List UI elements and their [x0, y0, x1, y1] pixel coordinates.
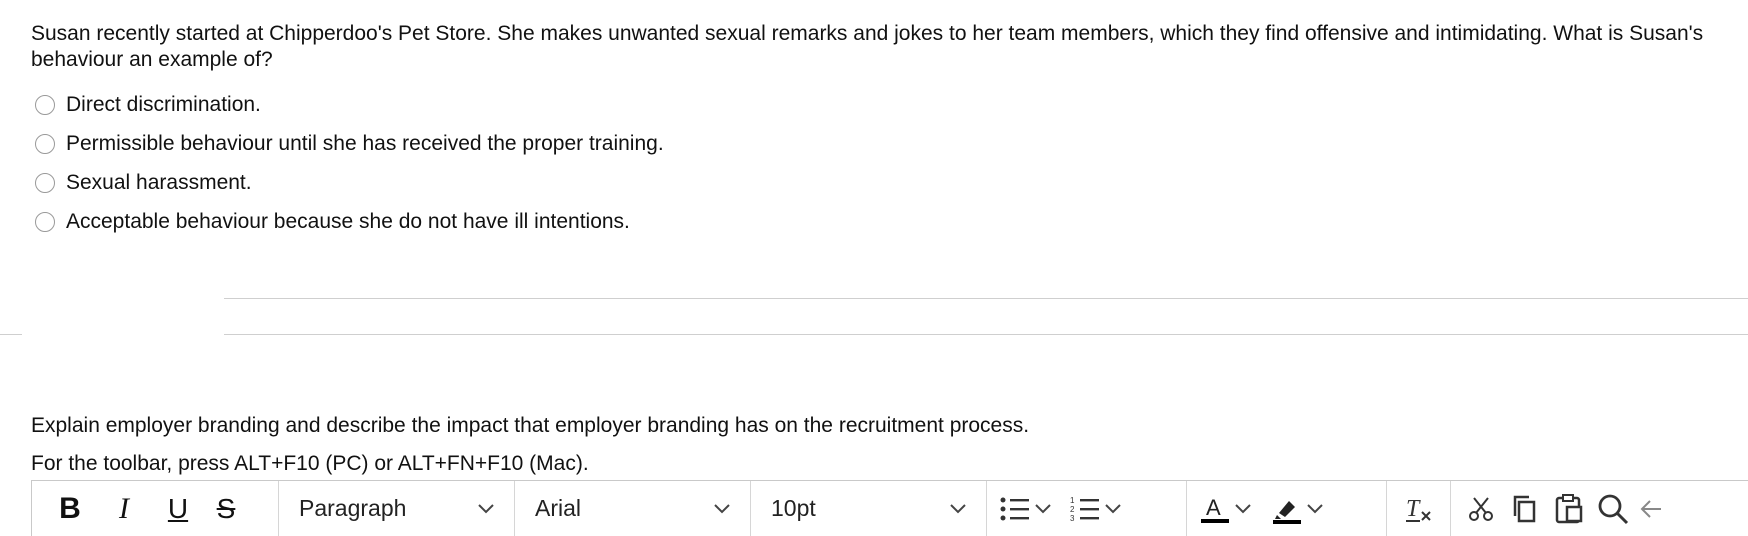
list-group: 1 2 3	[987, 481, 1187, 536]
numbered-list-button[interactable]: 1 2 3	[1065, 489, 1105, 529]
question-1-text: Susan recently started at Chipperdoo's P…	[31, 22, 1704, 71]
svg-text:2: 2	[1070, 505, 1075, 514]
font-family-value: Arial	[535, 495, 582, 521]
svg-text:A: A	[1206, 495, 1221, 520]
option-label: Acceptable behaviour because she do not …	[66, 209, 630, 233]
option-label: Sexual harassment.	[66, 170, 252, 194]
toolbar-hint: For the toolbar, press ALT+F10 (PC) or A…	[31, 452, 589, 475]
option-3[interactable]: Sexual harassment.	[35, 163, 664, 202]
copy-button[interactable]	[1505, 489, 1545, 529]
divider	[224, 298, 1748, 299]
option-label: Permissible behaviour until she has rece…	[66, 131, 664, 155]
block-format-value: Paragraph	[299, 495, 407, 521]
clear-format-group: T	[1387, 481, 1451, 536]
paste-icon	[1555, 493, 1583, 523]
svg-text:1: 1	[1070, 496, 1075, 505]
highlight-button[interactable]	[1267, 489, 1307, 529]
strikethrough-icon: S	[216, 492, 236, 524]
highlight-icon	[1273, 500, 1301, 524]
find-button[interactable]	[1593, 489, 1633, 529]
option-1[interactable]: Direct discrimination.	[35, 85, 664, 124]
chevron-down-icon	[478, 503, 494, 513]
bullet-list-button[interactable]	[995, 489, 1035, 529]
divider	[0, 334, 22, 335]
block-format-dropdown[interactable]: Paragraph	[279, 481, 515, 536]
chevron-down-icon[interactable]	[1035, 503, 1051, 514]
underline-icon: U	[167, 492, 189, 524]
answer-options: Direct discrimination. Permissible behav…	[35, 85, 664, 241]
font-size-dropdown[interactable]: 10pt	[751, 481, 987, 536]
more-button[interactable]	[1639, 489, 1663, 529]
text-color-icon: A	[1201, 495, 1229, 523]
radio-button[interactable]	[35, 172, 55, 193]
option-2[interactable]: Permissible behaviour until she has rece…	[35, 124, 664, 163]
editor-toolbar: B I U S Paragraph Arial 10pt 1 2 3 A T	[31, 480, 1748, 536]
font-family-dropdown[interactable]: Arial	[515, 481, 751, 536]
radio-button[interactable]	[35, 133, 55, 154]
italic-button[interactable]: I	[104, 489, 144, 529]
chevron-down-icon	[950, 503, 966, 513]
color-group: A	[1187, 481, 1387, 536]
clear-formatting-button[interactable]: T	[1399, 489, 1439, 529]
format-group: B I U S	[32, 481, 279, 536]
question-2-text: Explain employer branding and describe t…	[31, 414, 1030, 437]
font-size-value: 10pt	[771, 495, 816, 521]
radio-button[interactable]	[35, 94, 55, 115]
clear-formatting-icon: T	[1405, 496, 1431, 522]
chevron-down-icon[interactable]	[1235, 503, 1251, 514]
bold-button[interactable]: B	[50, 489, 90, 529]
italic-icon: I	[119, 491, 129, 525]
svg-text:T: T	[1406, 496, 1421, 522]
underline-button[interactable]: U	[158, 489, 198, 529]
copy-icon	[1513, 495, 1536, 522]
paste-button[interactable]	[1549, 489, 1589, 529]
radio-button[interactable]	[35, 211, 55, 232]
chevron-down-icon[interactable]	[1307, 503, 1323, 514]
text-color-button[interactable]: A	[1195, 489, 1235, 529]
cut-icon	[1469, 496, 1493, 521]
option-4[interactable]: Acceptable behaviour because she do not …	[35, 202, 664, 241]
clipboard-group	[1451, 481, 1671, 536]
chevron-down-icon	[714, 503, 730, 513]
divider	[224, 334, 1748, 335]
numbered-list-icon: 1 2 3	[1070, 496, 1099, 523]
arrow-left-icon	[1640, 499, 1661, 518]
cut-button[interactable]	[1461, 489, 1501, 529]
option-label: Direct discrimination.	[66, 92, 261, 116]
bold-icon: B	[59, 491, 81, 525]
chevron-down-icon[interactable]	[1105, 503, 1121, 514]
strikethrough-button[interactable]: S	[206, 489, 246, 529]
bullet-list-icon	[1000, 497, 1029, 520]
svg-text:3: 3	[1070, 514, 1075, 523]
search-icon	[1598, 494, 1629, 524]
